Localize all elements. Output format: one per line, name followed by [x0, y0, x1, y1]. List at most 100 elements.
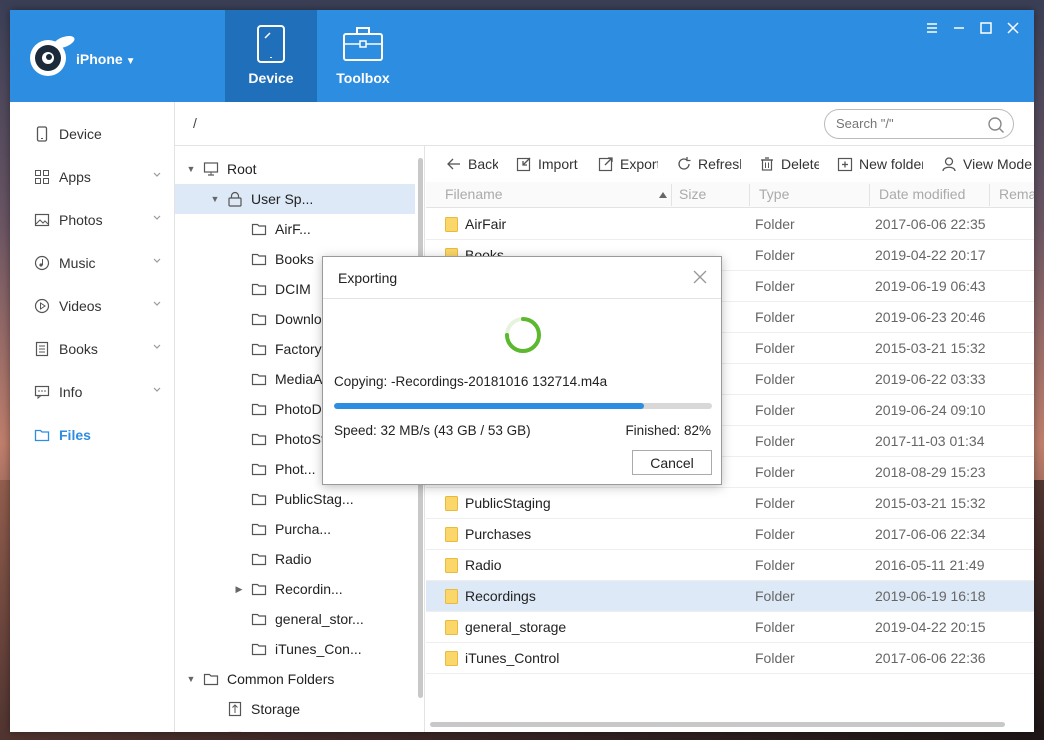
refresh-button[interactable]: Refresh — [676, 156, 741, 172]
monitor-icon — [203, 162, 219, 176]
type-cell: Folder — [755, 402, 795, 418]
photo-icon — [34, 213, 50, 226]
collapse-arrow-icon[interactable]: ▼ — [209, 194, 221, 204]
sidebar-item-label: Books — [59, 340, 98, 357]
column-header-size[interactable]: Size — [679, 186, 706, 206]
sidebar-item-apps[interactable]: Apps — [10, 155, 174, 198]
sidebar-item-videos[interactable]: Videos — [10, 284, 174, 327]
column-divider[interactable] — [989, 184, 990, 206]
tree-item[interactable]: ▶ Recordin... — [175, 574, 415, 604]
table-row[interactable]: iTunes_Control Folder 2017-06-06 22:36 — [426, 643, 1034, 674]
type-cell: Folder — [755, 557, 795, 573]
sidebar-item-photos[interactable]: Photos — [10, 198, 174, 241]
tree-item[interactable]: iTunes_Con... — [175, 634, 415, 664]
tree-item[interactable]: Radio — [175, 544, 415, 574]
sidebar-item-device[interactable]: Device — [10, 112, 174, 155]
tree-item[interactable]: Storage — [175, 694, 415, 724]
tree-item[interactable]: ▼ User Sp... — [175, 184, 415, 214]
type-cell: Folder — [755, 433, 795, 449]
sidebar-item-label: Device — [59, 125, 102, 142]
search-box[interactable] — [824, 109, 1014, 139]
back-button[interactable]: Back — [446, 156, 498, 172]
table-row[interactable]: PublicStaging Folder 2015-03-21 15:32 — [426, 488, 1034, 519]
filename-text: AirFair — [465, 216, 507, 232]
type-cell: Folder — [755, 340, 795, 356]
folder-icon — [445, 216, 458, 232]
import-button[interactable]: Import — [516, 156, 580, 172]
table-row[interactable]: AirFair Folder 2017-06-06 22:35 — [426, 209, 1034, 240]
delete-button[interactable]: Delete — [759, 156, 819, 172]
filename-cell: Purchases — [445, 526, 531, 542]
date-cell: 2018-08-29 15:23 — [875, 464, 986, 480]
column-divider[interactable] — [869, 184, 870, 206]
date-cell: 2015-03-21 15:32 — [875, 340, 986, 356]
table-row[interactable]: Recordings Folder 2019-06-19 16:18 — [426, 581, 1034, 612]
export-dialog: Exporting Copying: -Recordings-20181016 … — [322, 256, 722, 485]
search-input[interactable] — [836, 116, 976, 131]
folder-icon — [251, 523, 267, 536]
device-selector[interactable]: iPhone ▼ — [76, 51, 136, 67]
tree-item[interactable]: PublicStag... — [175, 484, 415, 514]
close-icon[interactable] — [1003, 18, 1023, 38]
cancel-button[interactable]: Cancel — [632, 450, 712, 475]
progress-bar — [334, 403, 712, 409]
new-folder-button[interactable]: New folder — [837, 156, 923, 172]
tree-item-label: Downlo — [275, 311, 322, 327]
type-cell: Folder — [755, 495, 795, 511]
storage-icon — [228, 701, 242, 717]
lock-icon — [228, 191, 242, 207]
folder-icon — [251, 313, 267, 326]
sidebar-item-files[interactable]: Files — [10, 413, 174, 456]
tree-item[interactable]: Voice Me... — [175, 724, 415, 732]
column-header-date-modified[interactable]: Date modified — [879, 186, 965, 206]
column-divider[interactable] — [749, 184, 750, 206]
tree-item-label: Factory — [275, 341, 322, 357]
tab-toolbox[interactable]: Toolbox — [317, 10, 409, 102]
date-cell: 2019-06-23 20:46 — [875, 309, 986, 325]
tree-item[interactable]: general_stor... — [175, 604, 415, 634]
table-row[interactable]: Purchases Folder 2017-06-06 22:34 — [426, 519, 1034, 550]
collapse-arrow-icon[interactable]: ▼ — [185, 164, 197, 174]
view-mode-button[interactable]: View Mode — [941, 156, 1034, 172]
tree-item[interactable]: ▼ Common Folders — [175, 664, 415, 694]
filename-text: iTunes_Control — [465, 650, 560, 666]
tree-item-label: general_stor... — [275, 611, 364, 627]
folder-icon — [445, 650, 458, 666]
date-cell: 2019-06-22 03:33 — [875, 371, 986, 387]
tab-device[interactable]: Device — [225, 10, 317, 102]
filename-text: Purchases — [465, 526, 532, 542]
close-icon[interactable] — [693, 270, 707, 284]
folder-icon — [445, 588, 458, 604]
tree-item[interactable]: ▼ Root — [175, 154, 415, 184]
tree-item[interactable]: AirF... — [175, 214, 415, 244]
column-header-filename[interactable]: Filename — [445, 186, 503, 206]
sidebar-item-music[interactable]: Music — [10, 241, 174, 284]
column-divider[interactable] — [671, 184, 672, 206]
dialog-title: Exporting — [338, 270, 398, 286]
maximize-icon[interactable] — [976, 18, 996, 38]
type-cell: Folder — [755, 588, 795, 604]
column-header-type[interactable]: Type — [759, 186, 789, 206]
sidebar-item-books[interactable]: Books — [10, 327, 174, 370]
dialog-header: Exporting — [323, 257, 721, 299]
table-row[interactable]: Radio Folder 2016-05-11 21:49 — [426, 550, 1034, 581]
search-icon[interactable] — [987, 116, 1005, 134]
folder-icon — [251, 433, 267, 446]
loading-spinner-icon — [505, 317, 541, 353]
play-icon — [34, 298, 50, 313]
new-folder-label: New folder — [859, 156, 923, 172]
expand-arrow-icon[interactable]: ▶ — [233, 584, 245, 595]
table-row[interactable]: general_storage Folder 2019-04-22 20:15 — [426, 612, 1034, 643]
collapse-arrow-icon[interactable]: ▼ — [185, 674, 197, 684]
folder-icon — [445, 557, 458, 573]
sidebar: Device Apps Photos Music Videos Books In… — [10, 102, 175, 732]
column-header-remarks[interactable]: Remarks — [999, 186, 1034, 206]
horizontal-scrollbar[interactable] — [430, 722, 1005, 727]
export-button[interactable]: Export — [598, 156, 658, 172]
tree-item[interactable]: Purcha... — [175, 514, 415, 544]
copying-status: Copying: -Recordings-20181016 132714.m4a — [334, 374, 608, 389]
menu-icon[interactable] — [922, 18, 942, 38]
tree-item-label: PhotoSt — [275, 431, 325, 447]
minimize-icon[interactable] — [949, 18, 969, 38]
sidebar-item-info[interactable]: Info — [10, 370, 174, 413]
